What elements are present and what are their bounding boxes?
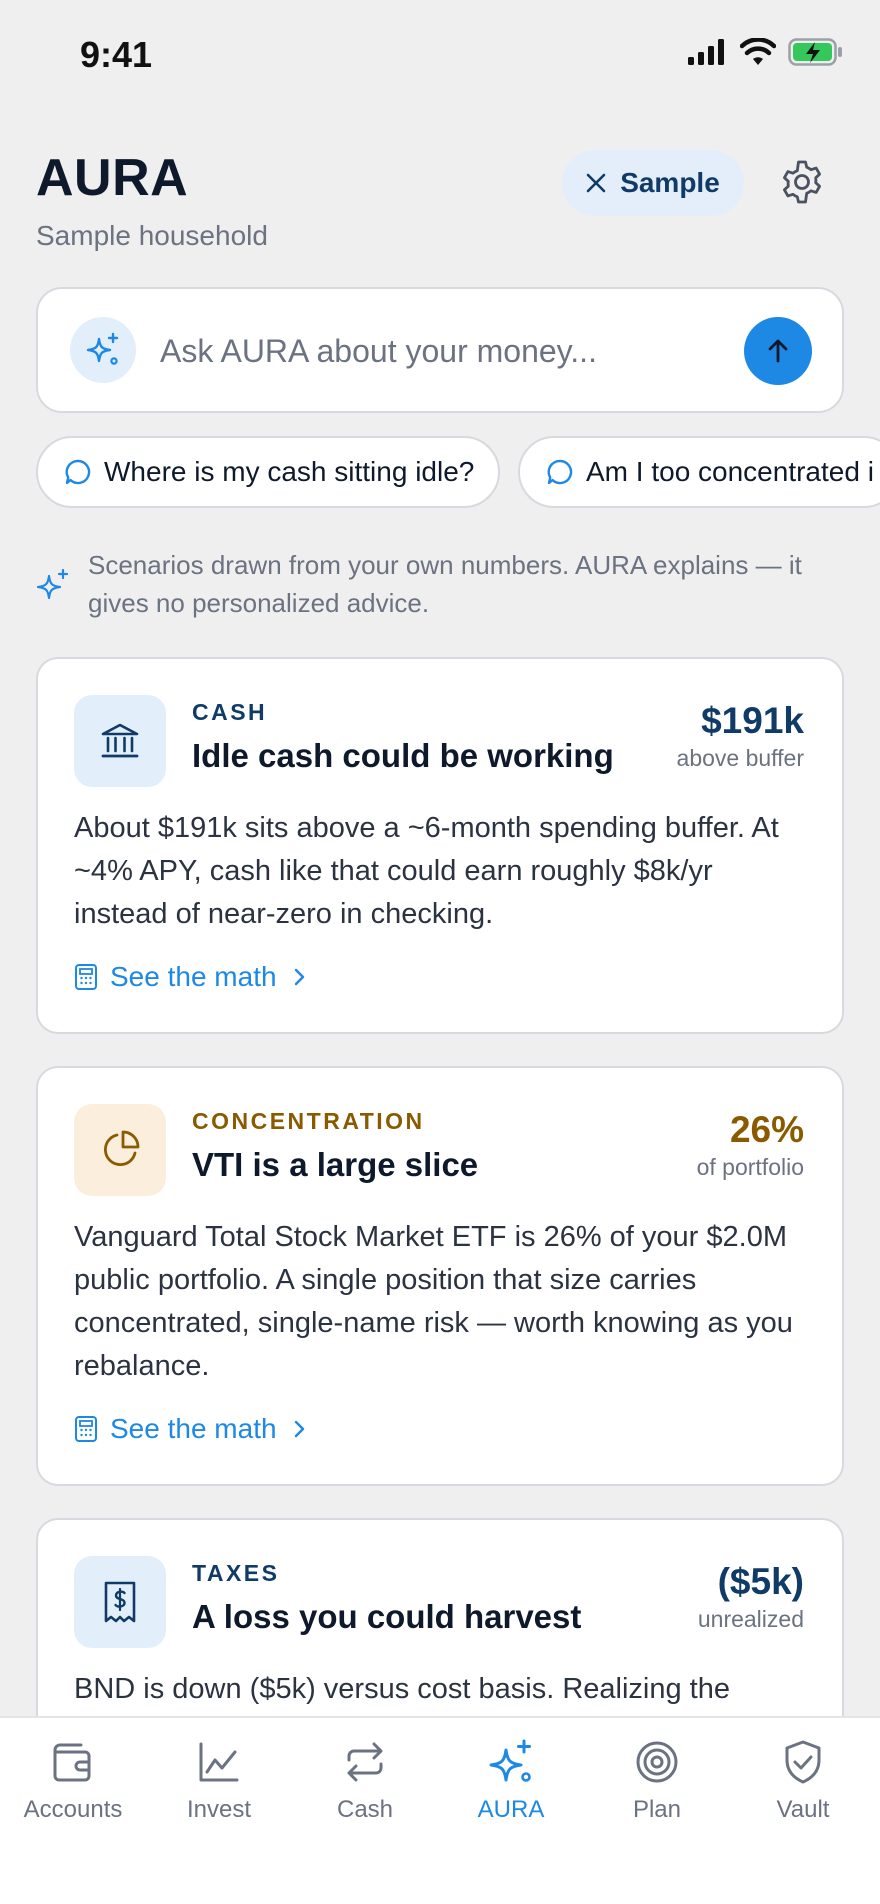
settings-gear-icon[interactable] xyxy=(778,158,826,206)
transfer-icon xyxy=(347,1742,383,1782)
card-metric: ($5k) unrealized xyxy=(698,1560,804,1633)
tab-label: Accounts xyxy=(23,1796,123,1823)
card-title: VTI is a large slice xyxy=(192,1146,479,1183)
card-body: BND is down ($5k) versus cost basis. Rea… xyxy=(74,1673,730,1705)
insight-card-concentration[interactable]: CONCENTRATION VTI is a large slice 26% o… xyxy=(36,1066,844,1486)
sparkle-icon xyxy=(86,332,119,365)
chip-label: Am I too concentrated i xyxy=(586,456,874,487)
card-category: TAXES xyxy=(192,1560,280,1586)
cellular-signal-icon xyxy=(688,39,724,65)
calculator-icon xyxy=(75,964,97,990)
insight-card-cash[interactable]: CASH Idle cash could be working $191k ab… xyxy=(36,657,844,1034)
ask-input[interactable] xyxy=(160,323,720,379)
metric-caption: of portfolio xyxy=(696,1154,804,1180)
wallet-icon xyxy=(53,1743,91,1782)
bank-icon xyxy=(101,723,139,758)
chat-bubble-icon xyxy=(65,459,91,485)
status-bar: 9:41 xyxy=(0,0,880,110)
bottom-tab-bar: Accounts Invest Cash AURA Plan Vault xyxy=(0,1716,880,1904)
card-body: About $191k sits above a ~6-month spendi… xyxy=(74,812,779,930)
app-title: AURA xyxy=(36,149,189,207)
sample-label: Sample xyxy=(620,167,720,198)
suggestion-chips: Where is my cash sitting idle? Am I too … xyxy=(36,436,880,510)
metric-caption: unrealized xyxy=(697,1606,804,1632)
pie-chart-icon xyxy=(104,1130,140,1166)
tab-label: Vault xyxy=(776,1796,830,1823)
card-metric: $191k above buffer xyxy=(677,699,804,772)
tab-label: AURA xyxy=(477,1796,545,1823)
close-icon xyxy=(586,173,606,193)
see-the-math-link[interactable]: See the math xyxy=(74,1413,309,1445)
suggestion-chip[interactable]: Am I too concentrated i xyxy=(518,436,880,508)
card-title: Idle cash could be working xyxy=(192,737,614,774)
suggestion-chip[interactable]: Where is my cash sitting idle? xyxy=(36,436,501,508)
metric-caption: above buffer xyxy=(676,745,804,771)
chip-label: Where is my cash sitting idle? xyxy=(104,456,475,487)
card-metric: 26% of portfolio xyxy=(697,1108,804,1181)
link-label: See the math xyxy=(110,1413,277,1444)
metric-value: $191k xyxy=(701,700,804,741)
send-button[interactable] xyxy=(744,317,812,385)
calculator-icon xyxy=(75,1416,97,1442)
tab-invest[interactable]: Invest xyxy=(146,1738,292,1838)
card-icon-badge xyxy=(74,1104,166,1196)
metric-value: ($5k) xyxy=(717,1561,804,1602)
link-label: See the math xyxy=(110,961,277,992)
shield-icon xyxy=(785,1740,821,1784)
status-icons xyxy=(688,38,844,66)
wifi-icon xyxy=(740,38,776,65)
arrow-up-icon xyxy=(768,339,788,363)
tab-vault[interactable]: Vault xyxy=(730,1738,876,1838)
tab-label: Invest xyxy=(186,1796,252,1823)
card-title: A loss you could harvest xyxy=(192,1598,582,1635)
chevron-right-icon xyxy=(294,1420,304,1438)
chart-icon xyxy=(199,1742,239,1782)
tab-label: Cash xyxy=(336,1796,394,1823)
status-time: 9:41 xyxy=(80,34,153,75)
card-category: CONCENTRATION xyxy=(192,1108,425,1134)
receipt-icon xyxy=(104,1581,136,1623)
chat-bubble-icon xyxy=(547,459,573,485)
disclaimer-text: Scenarios drawn from your own numbers. A… xyxy=(88,550,802,618)
tab-plan[interactable]: Plan xyxy=(584,1738,730,1838)
sample-toggle-button[interactable]: Sample xyxy=(562,150,744,216)
chevron-right-icon xyxy=(294,968,304,986)
tab-aura[interactable]: AURA xyxy=(438,1738,584,1838)
tab-cash[interactable]: Cash xyxy=(292,1738,438,1838)
see-the-math-link[interactable]: See the math xyxy=(74,961,309,993)
target-icon xyxy=(636,1741,678,1783)
sparkle-icon xyxy=(36,568,69,600)
household-subtitle: Sample household xyxy=(36,220,268,251)
card-body: Vanguard Total Stock Market ETF is 26% o… xyxy=(74,1221,793,1382)
battery-charging-icon xyxy=(788,38,842,66)
tab-label: Plan xyxy=(632,1796,682,1823)
metric-value: 26% xyxy=(729,1109,804,1150)
tab-accounts[interactable]: Accounts xyxy=(0,1738,146,1838)
ask-sparkle-badge xyxy=(70,317,136,383)
card-icon-badge xyxy=(74,1556,166,1648)
ask-aura-bar xyxy=(36,287,844,413)
card-icon-badge xyxy=(74,695,166,787)
card-category: CASH xyxy=(192,699,268,725)
sparkle-icon xyxy=(489,1739,531,1782)
